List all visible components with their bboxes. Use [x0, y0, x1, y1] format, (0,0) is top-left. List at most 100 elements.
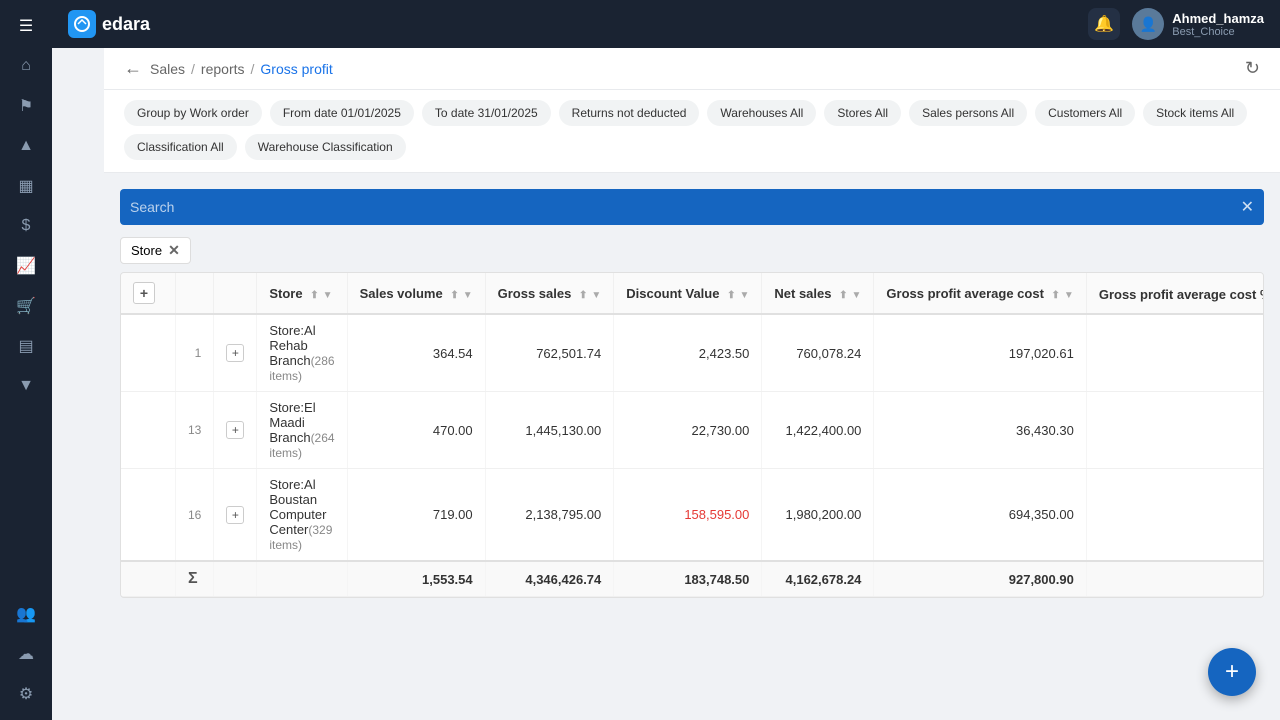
th-gross-sales-label: Gross sales	[498, 286, 572, 301]
search-clear-button[interactable]: ✕	[1241, 197, 1254, 217]
cell-discount-value: 2,423.50	[614, 314, 762, 392]
sidebar-cloud[interactable]: ☁	[8, 636, 44, 672]
breadcrumb-sales[interactable]: Sales	[150, 61, 185, 77]
filter-customers[interactable]: Customers All	[1035, 100, 1135, 126]
total-sales-volume: 1,553.54	[347, 561, 485, 597]
cell-add	[121, 469, 176, 562]
sidebar-collapse[interactable]: ▲	[8, 128, 44, 164]
net-sales-filter-icon[interactable]: ▼	[852, 290, 862, 301]
refresh-button[interactable]: ↻	[1245, 58, 1260, 79]
sales-volume-sort-icon[interactable]: ⬆	[450, 290, 458, 301]
filter-stock-items[interactable]: Stock items All	[1143, 100, 1247, 126]
cell-add	[121, 314, 176, 392]
gp-avg-cost-filter-icon[interactable]: ▼	[1064, 290, 1074, 301]
logo: edara	[68, 10, 150, 38]
cell-gross-sales: 1,445,130.00	[485, 392, 614, 469]
cell-gross-profit-avg-cost: 197,020.61	[874, 314, 1086, 392]
th-add: +	[121, 273, 176, 314]
total-sigma: Σ	[176, 561, 214, 597]
cell-net-sales: 1,422,400.00	[762, 392, 874, 469]
sidebar-expand[interactable]: ▼	[8, 368, 44, 404]
th-gross-profit-avg-cost: Gross profit average cost ⬆ ▼	[874, 273, 1086, 314]
gross-sales-sort-icon[interactable]: ⬆	[579, 290, 587, 301]
th-expand	[214, 273, 257, 314]
sidebar-chart[interactable]: 📈	[8, 248, 44, 284]
sidebar-users[interactable]: 👥	[8, 596, 44, 632]
th-discount-value-label: Discount Value	[626, 286, 719, 301]
filter-from-date[interactable]: From date 01/01/2025	[270, 100, 414, 126]
sidebar-cart[interactable]: 🛒	[8, 288, 44, 324]
cell-discount-value: 22,730.00	[614, 392, 762, 469]
total-cell-expand	[214, 561, 257, 597]
search-input[interactable]	[130, 199, 1241, 215]
cell-sales-volume: 719.00	[347, 469, 485, 562]
total-cell-add	[121, 561, 176, 597]
table-row: 1 + Store:Al Rehab Branch(286 items) 364…	[121, 314, 1264, 392]
logo-icon	[68, 10, 96, 38]
total-discount-value: 183,748.50	[614, 561, 762, 597]
cell-store: Store:El Maadi Branch(264 items)	[257, 392, 347, 469]
cell-store: Store:Al Boustan Computer Center(329 ite…	[257, 469, 347, 562]
sidebar-flag[interactable]: ⚑	[8, 88, 44, 124]
th-gross-profit-avg-cost-label: Gross profit average cost	[886, 286, 1044, 301]
sidebar-list[interactable]: ▤	[8, 328, 44, 364]
net-sales-sort-icon[interactable]: ⬆	[839, 290, 847, 301]
filter-returns[interactable]: Returns not deducted	[559, 100, 700, 126]
filter-warehouses[interactable]: Warehouses All	[707, 100, 816, 126]
content-area: ✕ Store ✕ + Store	[104, 173, 1280, 720]
user-details: Ahmed_hamza Best_Choice	[1172, 11, 1264, 38]
topbar: edara 🔔 👤 Ahmed_hamza Best_Choice	[52, 0, 1280, 48]
sidebar-dollar[interactable]: $	[8, 208, 44, 244]
th-gross-profit-avg-pct-label: Gross profit average cost %	[1099, 287, 1264, 302]
store-filter-icon[interactable]: ▼	[323, 290, 333, 301]
total-net-sales: 4,162,678.24	[762, 561, 874, 597]
discount-sort-icon[interactable]: ⬆	[727, 290, 735, 301]
filter-classification[interactable]: Classification All	[124, 134, 237, 160]
active-filter-store-remove[interactable]: ✕	[168, 242, 180, 259]
discount-filter-icon[interactable]: ▼	[739, 290, 749, 301]
cell-expand: +	[214, 314, 257, 392]
active-filters-row: Store ✕	[120, 237, 1264, 264]
notifications-button[interactable]: 🔔	[1088, 8, 1120, 40]
cell-add	[121, 392, 176, 469]
cell-sales-volume: 364.54	[347, 314, 485, 392]
breadcrumb-current: Gross profit	[260, 61, 332, 77]
th-gross-profit-avg-pct: Gross profit average cost % ⬆ ▼ ⋮	[1086, 273, 1264, 314]
cell-store: Store:Al Rehab Branch(286 items)	[257, 314, 347, 392]
cell-gross-sales: 762,501.74	[485, 314, 614, 392]
active-filter-store[interactable]: Store ✕	[120, 237, 191, 264]
add-column-button[interactable]: +	[133, 282, 155, 304]
filter-sales-persons[interactable]: Sales persons All	[909, 100, 1027, 126]
store-sort-icon[interactable]: ⬆	[310, 290, 318, 301]
search-container: ✕	[120, 189, 1264, 225]
store-label: Store:El Maadi Branch	[269, 400, 315, 445]
breadcrumb-reports[interactable]: reports	[201, 61, 245, 77]
filter-stores[interactable]: Stores All	[824, 100, 901, 126]
cell-gross-profit-avg-pct: 49.66	[1086, 392, 1264, 469]
sidebar-settings[interactable]: ⚙	[8, 676, 44, 712]
filters-section: Group by Work order From date 01/01/2025…	[104, 90, 1280, 173]
gross-sales-filter-icon[interactable]: ▼	[591, 290, 601, 301]
total-gross-profit-avg-pct: 22.29	[1086, 561, 1264, 597]
cell-gross-profit-avg-pct: 32.46	[1086, 469, 1264, 562]
sidebar-menu[interactable]: ☰	[8, 8, 44, 44]
fab-button[interactable]: +	[1208, 648, 1256, 696]
filter-to-date[interactable]: To date 31/01/2025	[422, 100, 551, 126]
sales-volume-filter-icon[interactable]: ▼	[463, 290, 473, 301]
sidebar-grid[interactable]: ▦	[8, 168, 44, 204]
cell-sales-volume: 470.00	[347, 392, 485, 469]
cell-row-num: 1	[176, 314, 214, 392]
cell-row-num: 13	[176, 392, 214, 469]
cell-net-sales: 760,078.24	[762, 314, 874, 392]
filter-warehouse-classification[interactable]: Warehouse Classification	[245, 134, 406, 160]
cell-gross-profit-avg-cost: 694,350.00	[874, 469, 1086, 562]
gp-avg-cost-sort-icon[interactable]: ⬆	[1052, 290, 1060, 301]
filter-group-by[interactable]: Group by Work order	[124, 100, 262, 126]
expand-row-button[interactable]: +	[226, 421, 244, 439]
expand-row-button[interactable]: +	[226, 344, 244, 362]
back-button[interactable]: ←	[124, 58, 142, 79]
sidebar-home[interactable]: ⌂	[8, 48, 44, 84]
breadcrumb: Sales / reports / Gross profit	[150, 61, 333, 77]
expand-row-button[interactable]: +	[226, 506, 244, 524]
cell-gross-sales: 2,138,795.00	[485, 469, 614, 562]
